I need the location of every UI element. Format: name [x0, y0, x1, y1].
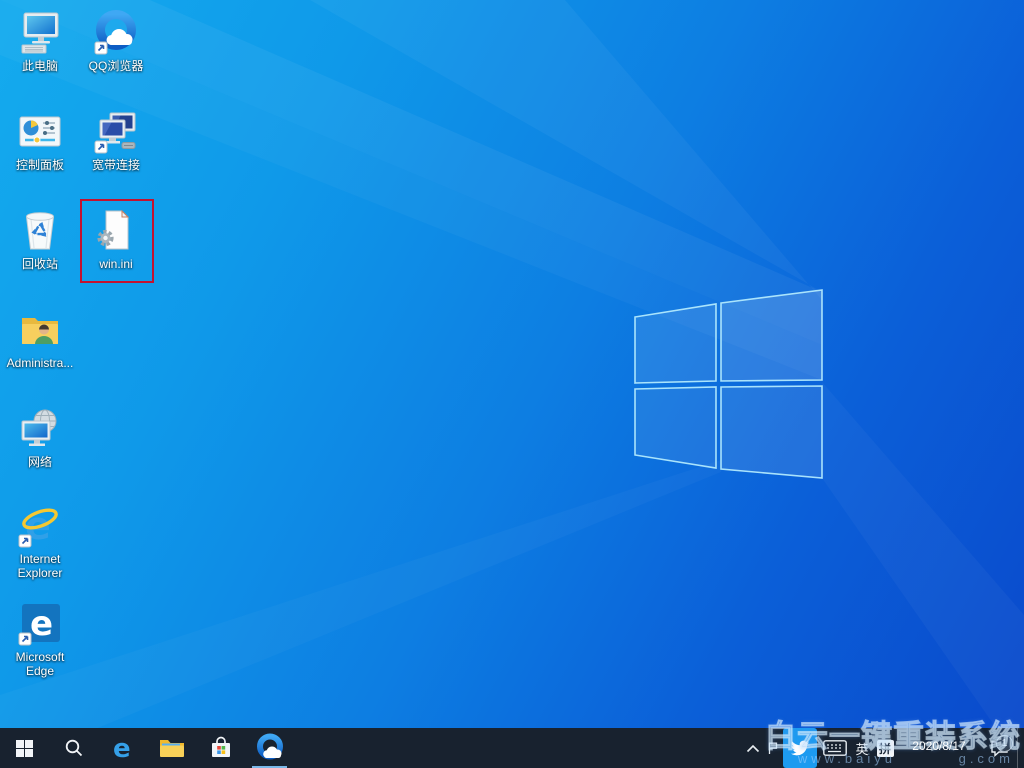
shortcut-arrow-icon	[19, 535, 31, 547]
desktop-icon-microsoft-edge[interactable]: e Microsoft Edge	[2, 601, 78, 678]
qq-browser-icon	[255, 733, 285, 763]
taskbar: e	[0, 728, 1024, 768]
desktop-icon-network[interactable]: 网络	[2, 406, 78, 469]
search-icon	[64, 738, 84, 758]
twitter-bird-icon	[790, 739, 810, 757]
qq-browser-button[interactable]	[245, 728, 294, 768]
broadband-connection-icon	[93, 109, 139, 155]
shortcut-arrow-icon	[95, 42, 107, 54]
start-button[interactable]	[0, 728, 49, 768]
file-explorer-button[interactable]	[147, 728, 196, 768]
action-center-button[interactable]: 1	[981, 728, 1017, 768]
desktop-icon-this-pc[interactable]: 此电脑	[2, 10, 78, 73]
network-icon	[17, 406, 63, 452]
edge-icon: e	[109, 734, 137, 762]
internet-explorer-icon: e	[17, 503, 63, 549]
clock-date: 2020/8/17	[912, 739, 965, 753]
ime-pinyin-badge[interactable]: 拼	[873, 728, 897, 768]
windows-start-icon	[16, 740, 33, 757]
desktop: 此电脑 控制面板 回收站	[0, 0, 1024, 768]
desktop-icon-label: 此电脑	[2, 59, 78, 73]
recycle-bin-icon	[17, 208, 63, 254]
desktop-icon-recycle-bin[interactable]: 回收站	[2, 208, 78, 271]
qq-browser-icon	[93, 10, 139, 56]
desktop-icon-label: 控制面板	[2, 158, 78, 172]
flag-icon	[767, 741, 779, 755]
language-indicator[interactable]: 英	[851, 728, 873, 768]
win-ini-highlight-box	[80, 199, 154, 283]
tray-expand-button[interactable]	[741, 728, 765, 768]
store-button[interactable]	[196, 728, 245, 768]
desktop-icon-label: QQ浏览器	[78, 59, 154, 73]
touch-keyboard-button[interactable]	[819, 728, 851, 768]
windows-logo	[635, 290, 822, 478]
desktop-icon-internet-explorer[interactable]: e Internet Explorer	[2, 503, 78, 580]
show-desktop-button[interactable]	[1017, 728, 1024, 768]
desktop-icon-label: Internet Explorer	[2, 552, 78, 580]
chevron-up-icon	[746, 744, 760, 753]
keyboard-icon	[823, 740, 847, 756]
tray-app-button[interactable]	[765, 728, 781, 768]
taskbar-edge-button[interactable]: e	[98, 728, 147, 768]
svg-text:e: e	[113, 734, 131, 762]
search-button[interactable]	[49, 728, 98, 768]
desktop-icon-label: 网络	[2, 455, 78, 469]
file-explorer-icon	[159, 737, 185, 759]
twitter-tray-button[interactable]	[783, 728, 817, 768]
desktop-icon-label: Administra...	[2, 356, 78, 370]
desktop-icon-control-panel[interactable]: 控制面板	[2, 109, 78, 172]
desktop-icon-broadband[interactable]: 宽带连接	[78, 109, 154, 172]
notification-badge: 1	[996, 735, 1013, 752]
ime-pinyin-label: 拼	[877, 740, 894, 757]
microsoft-store-icon	[209, 735, 233, 761]
administrator-folder-icon	[17, 307, 63, 353]
this-pc-icon	[17, 10, 63, 56]
desktop-icon-qq-browser[interactable]: QQ浏览器	[78, 10, 154, 73]
control-panel-icon	[17, 109, 63, 155]
desktop-icon-label: 宽带连接	[78, 158, 154, 172]
svg-text:e: e	[30, 604, 53, 644]
desktop-icon-admin-folder[interactable]: Administra...	[2, 307, 78, 370]
system-tray: 英 拼 2020/8/17 1	[741, 728, 1024, 768]
desktop-icon-label: 回收站	[2, 257, 78, 271]
clock[interactable]: 2020/8/17	[897, 728, 981, 768]
shortcut-arrow-icon	[95, 141, 107, 153]
desktop-icon-label: Microsoft Edge	[2, 650, 78, 678]
shortcut-arrow-icon	[19, 633, 31, 645]
microsoft-edge-icon: e	[17, 601, 63, 647]
